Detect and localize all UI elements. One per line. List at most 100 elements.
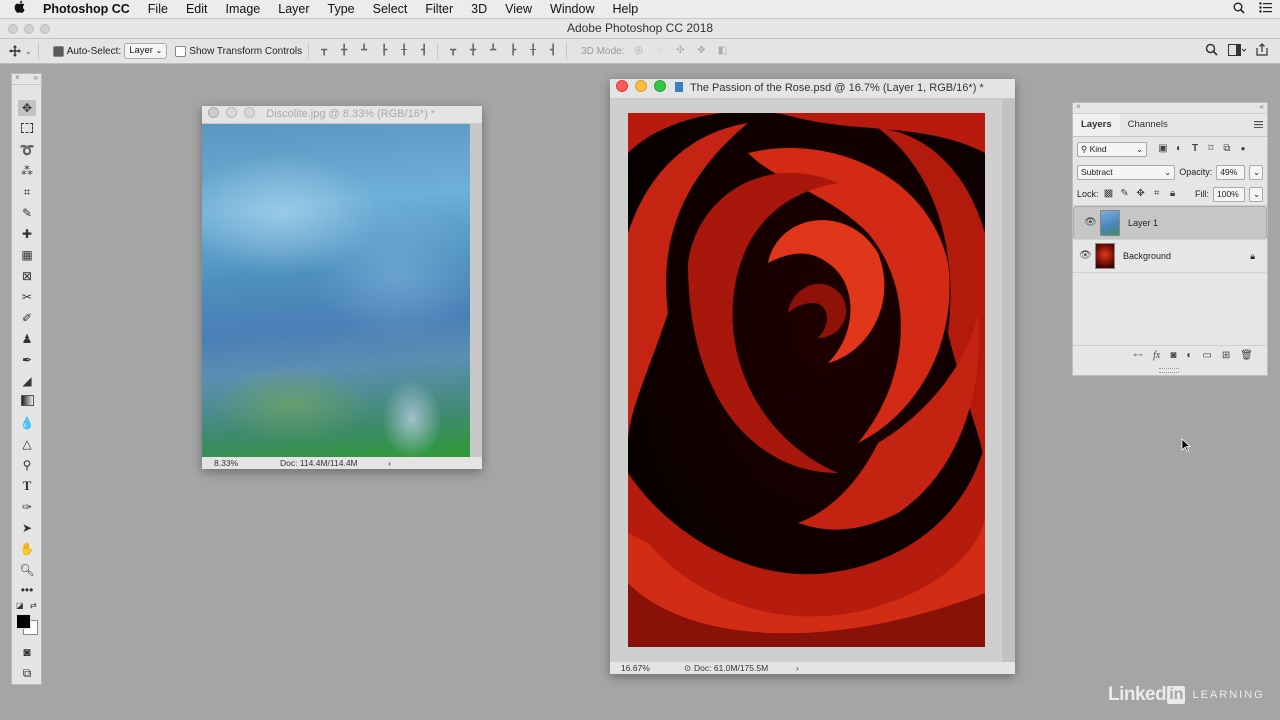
show-transform-controls-checkbox[interactable]: [175, 45, 187, 57]
new-layer-icon[interactable]: ⊞: [1222, 350, 1230, 361]
auto-select-checkbox[interactable]: [52, 45, 64, 57]
minimize-document-button[interactable]: [226, 107, 238, 118]
zoom-window-button[interactable]: [40, 24, 50, 34]
default-colors-icon[interactable]: ◪: [16, 601, 24, 610]
visibility-eye-icon[interactable]: 👁︎: [1079, 250, 1092, 262]
distribute-right-icon[interactable]: ┫: [546, 44, 560, 58]
close-icon[interactable]: ×: [15, 73, 20, 82]
distribute-hcenter-icon[interactable]: ╂: [526, 44, 540, 58]
3d-orbit-icon[interactable]: ◎: [631, 44, 645, 58]
menu-select[interactable]: Select: [364, 0, 417, 18]
search-icon[interactable]: [1205, 43, 1218, 59]
share-icon[interactable]: [1256, 43, 1268, 59]
distribute-left-icon[interactable]: ┣: [506, 44, 520, 58]
opacity-input[interactable]: 49%: [1216, 164, 1245, 180]
close-document-button[interactable]: [616, 80, 628, 92]
align-vertical-centers-icon[interactable]: ╋: [337, 44, 351, 58]
add-mask-icon[interactable]: ◙: [1170, 350, 1176, 361]
hand-tool-icon[interactable]: ✋: [18, 541, 36, 557]
apple-menu-icon[interactable]: [0, 0, 34, 18]
3d-roll-icon[interactable]: ◌: [652, 44, 666, 58]
zoom-level[interactable]: 8.33%: [214, 457, 238, 469]
magic-wand-tool-icon[interactable]: ⁂: [18, 163, 36, 179]
app-name-menu[interactable]: Photoshop CC: [34, 0, 139, 18]
visibility-eye-icon[interactable]: 👁︎: [1084, 217, 1097, 229]
3d-pan-icon[interactable]: ✣: [673, 44, 687, 58]
blend-mode-dropdown[interactable]: Subtract ⌄: [1077, 164, 1176, 180]
swap-colors-icon[interactable]: ⇄: [30, 601, 37, 610]
zoom-tool-icon[interactable]: 🔍︎: [18, 562, 36, 578]
link-layers-icon[interactable]: ⊷: [1133, 350, 1143, 361]
more-tools-icon[interactable]: •••: [18, 582, 36, 598]
zoom-level[interactable]: 16.67%: [621, 662, 650, 674]
opacity-dropdown-icon[interactable]: ⌄: [1249, 164, 1263, 180]
document-title-bar[interactable]: Discolite.jpg @ 8.33% (RGB/16*) *: [202, 106, 482, 124]
workspace-switcher-icon[interactable]: [1228, 43, 1247, 59]
lock-image-pixels-icon[interactable]: ✎: [1119, 188, 1131, 200]
align-top-edges-icon[interactable]: ┳: [317, 44, 331, 58]
document-title-bar[interactable]: The Passion of the Rose.psd @ 16.7% (Lay…: [610, 79, 1015, 99]
content-aware-move-icon[interactable]: ✂: [18, 289, 36, 305]
menu-edit[interactable]: Edit: [177, 0, 217, 18]
delete-layer-icon[interactable]: 🗑︎: [1240, 350, 1253, 361]
frame-tool-icon[interactable]: ⊠: [18, 268, 36, 284]
3d-slide-icon[interactable]: ✥: [694, 44, 708, 58]
spot-healing-brush-icon[interactable]: ✚: [18, 226, 36, 242]
history-brush-tool-icon[interactable]: ✒: [18, 352, 36, 368]
eyedropper-tool-icon[interactable]: ✎: [18, 205, 36, 221]
menu-layer[interactable]: Layer: [269, 0, 318, 18]
eraser-tool-icon[interactable]: ◢: [18, 373, 36, 389]
filter-shape-icon[interactable]: ⌑: [1205, 143, 1217, 155]
filter-toggle-icon[interactable]: ●: [1237, 143, 1249, 155]
minimize-document-button[interactable]: [635, 80, 648, 92]
path-selection-tool-icon[interactable]: ➤: [18, 520, 36, 536]
menu-help[interactable]: Help: [604, 0, 648, 18]
lock-transparent-pixels-icon[interactable]: ▩: [1103, 188, 1115, 200]
auto-select-dropdown[interactable]: Layer ⌄: [124, 43, 168, 59]
3d-scale-icon[interactable]: ◧: [715, 44, 729, 58]
type-tool-icon[interactable]: T: [18, 478, 36, 494]
new-adjustment-layer-icon[interactable]: ◐: [1186, 350, 1192, 361]
foreground-color-swatch[interactable]: [16, 614, 31, 629]
minimize-window-button[interactable]: [24, 24, 34, 34]
pen-tool-icon[interactable]: ✑: [18, 499, 36, 515]
layer-style-icon[interactable]: fx: [1153, 350, 1160, 361]
menu-image[interactable]: Image: [217, 0, 270, 18]
close-document-button[interactable]: [208, 107, 219, 118]
tab-channels[interactable]: Channels: [1120, 114, 1176, 136]
screen-mode-icon[interactable]: ⧉: [18, 665, 36, 681]
menu-view[interactable]: View: [496, 0, 541, 18]
tab-layers[interactable]: Layers: [1073, 114, 1120, 136]
filter-adjustment-icon[interactable]: ◐: [1173, 143, 1185, 155]
filter-type-dropdown[interactable]: ⚲ Kind ⌄: [1077, 141, 1147, 157]
spotlight-search-icon[interactable]: [1233, 2, 1245, 17]
menu-file[interactable]: File: [139, 0, 177, 18]
expand-icon[interactable]: »: [34, 73, 38, 82]
filter-type-layer-icon[interactable]: T: [1189, 143, 1201, 155]
distribute-bottom-icon[interactable]: ┻: [486, 44, 500, 58]
zoom-document-button[interactable]: [244, 107, 256, 118]
healing-patch-icon[interactable]: ▦: [18, 247, 36, 263]
menu-window[interactable]: Window: [541, 0, 603, 18]
brush-tool-icon[interactable]: ✐: [18, 310, 36, 326]
new-group-icon[interactable]: ▭: [1202, 350, 1211, 361]
close-window-button[interactable]: [8, 24, 18, 34]
close-icon[interactable]: ×: [1076, 102, 1081, 111]
panel-resize-grip[interactable]: [1159, 368, 1179, 373]
lock-position-icon[interactable]: ✥: [1135, 188, 1147, 200]
crop-tool-icon[interactable]: ⌗: [18, 184, 36, 200]
filter-pixel-icon[interactable]: ▣: [1157, 143, 1169, 155]
notification-center-icon[interactable]: [1259, 2, 1272, 16]
rectangular-marquee-tool-icon[interactable]: [18, 121, 36, 137]
tool-preset-picker[interactable]: ⌄: [8, 44, 32, 58]
distribute-vcenter-icon[interactable]: ╋: [466, 44, 480, 58]
gradient-tool-icon[interactable]: [18, 394, 36, 410]
status-menu-arrow-icon[interactable]: ›: [388, 457, 391, 469]
menu-type[interactable]: Type: [319, 0, 364, 18]
layer-row-background[interactable]: 👁︎ Background 🔒︎: [1073, 240, 1267, 273]
status-menu-arrow-icon[interactable]: ›: [796, 662, 799, 674]
panel-menu-icon[interactable]: [1254, 120, 1263, 131]
move-tool-icon[interactable]: ✥: [18, 100, 36, 116]
zoom-document-button[interactable]: [654, 80, 667, 92]
fill-input[interactable]: 100%: [1213, 186, 1245, 202]
